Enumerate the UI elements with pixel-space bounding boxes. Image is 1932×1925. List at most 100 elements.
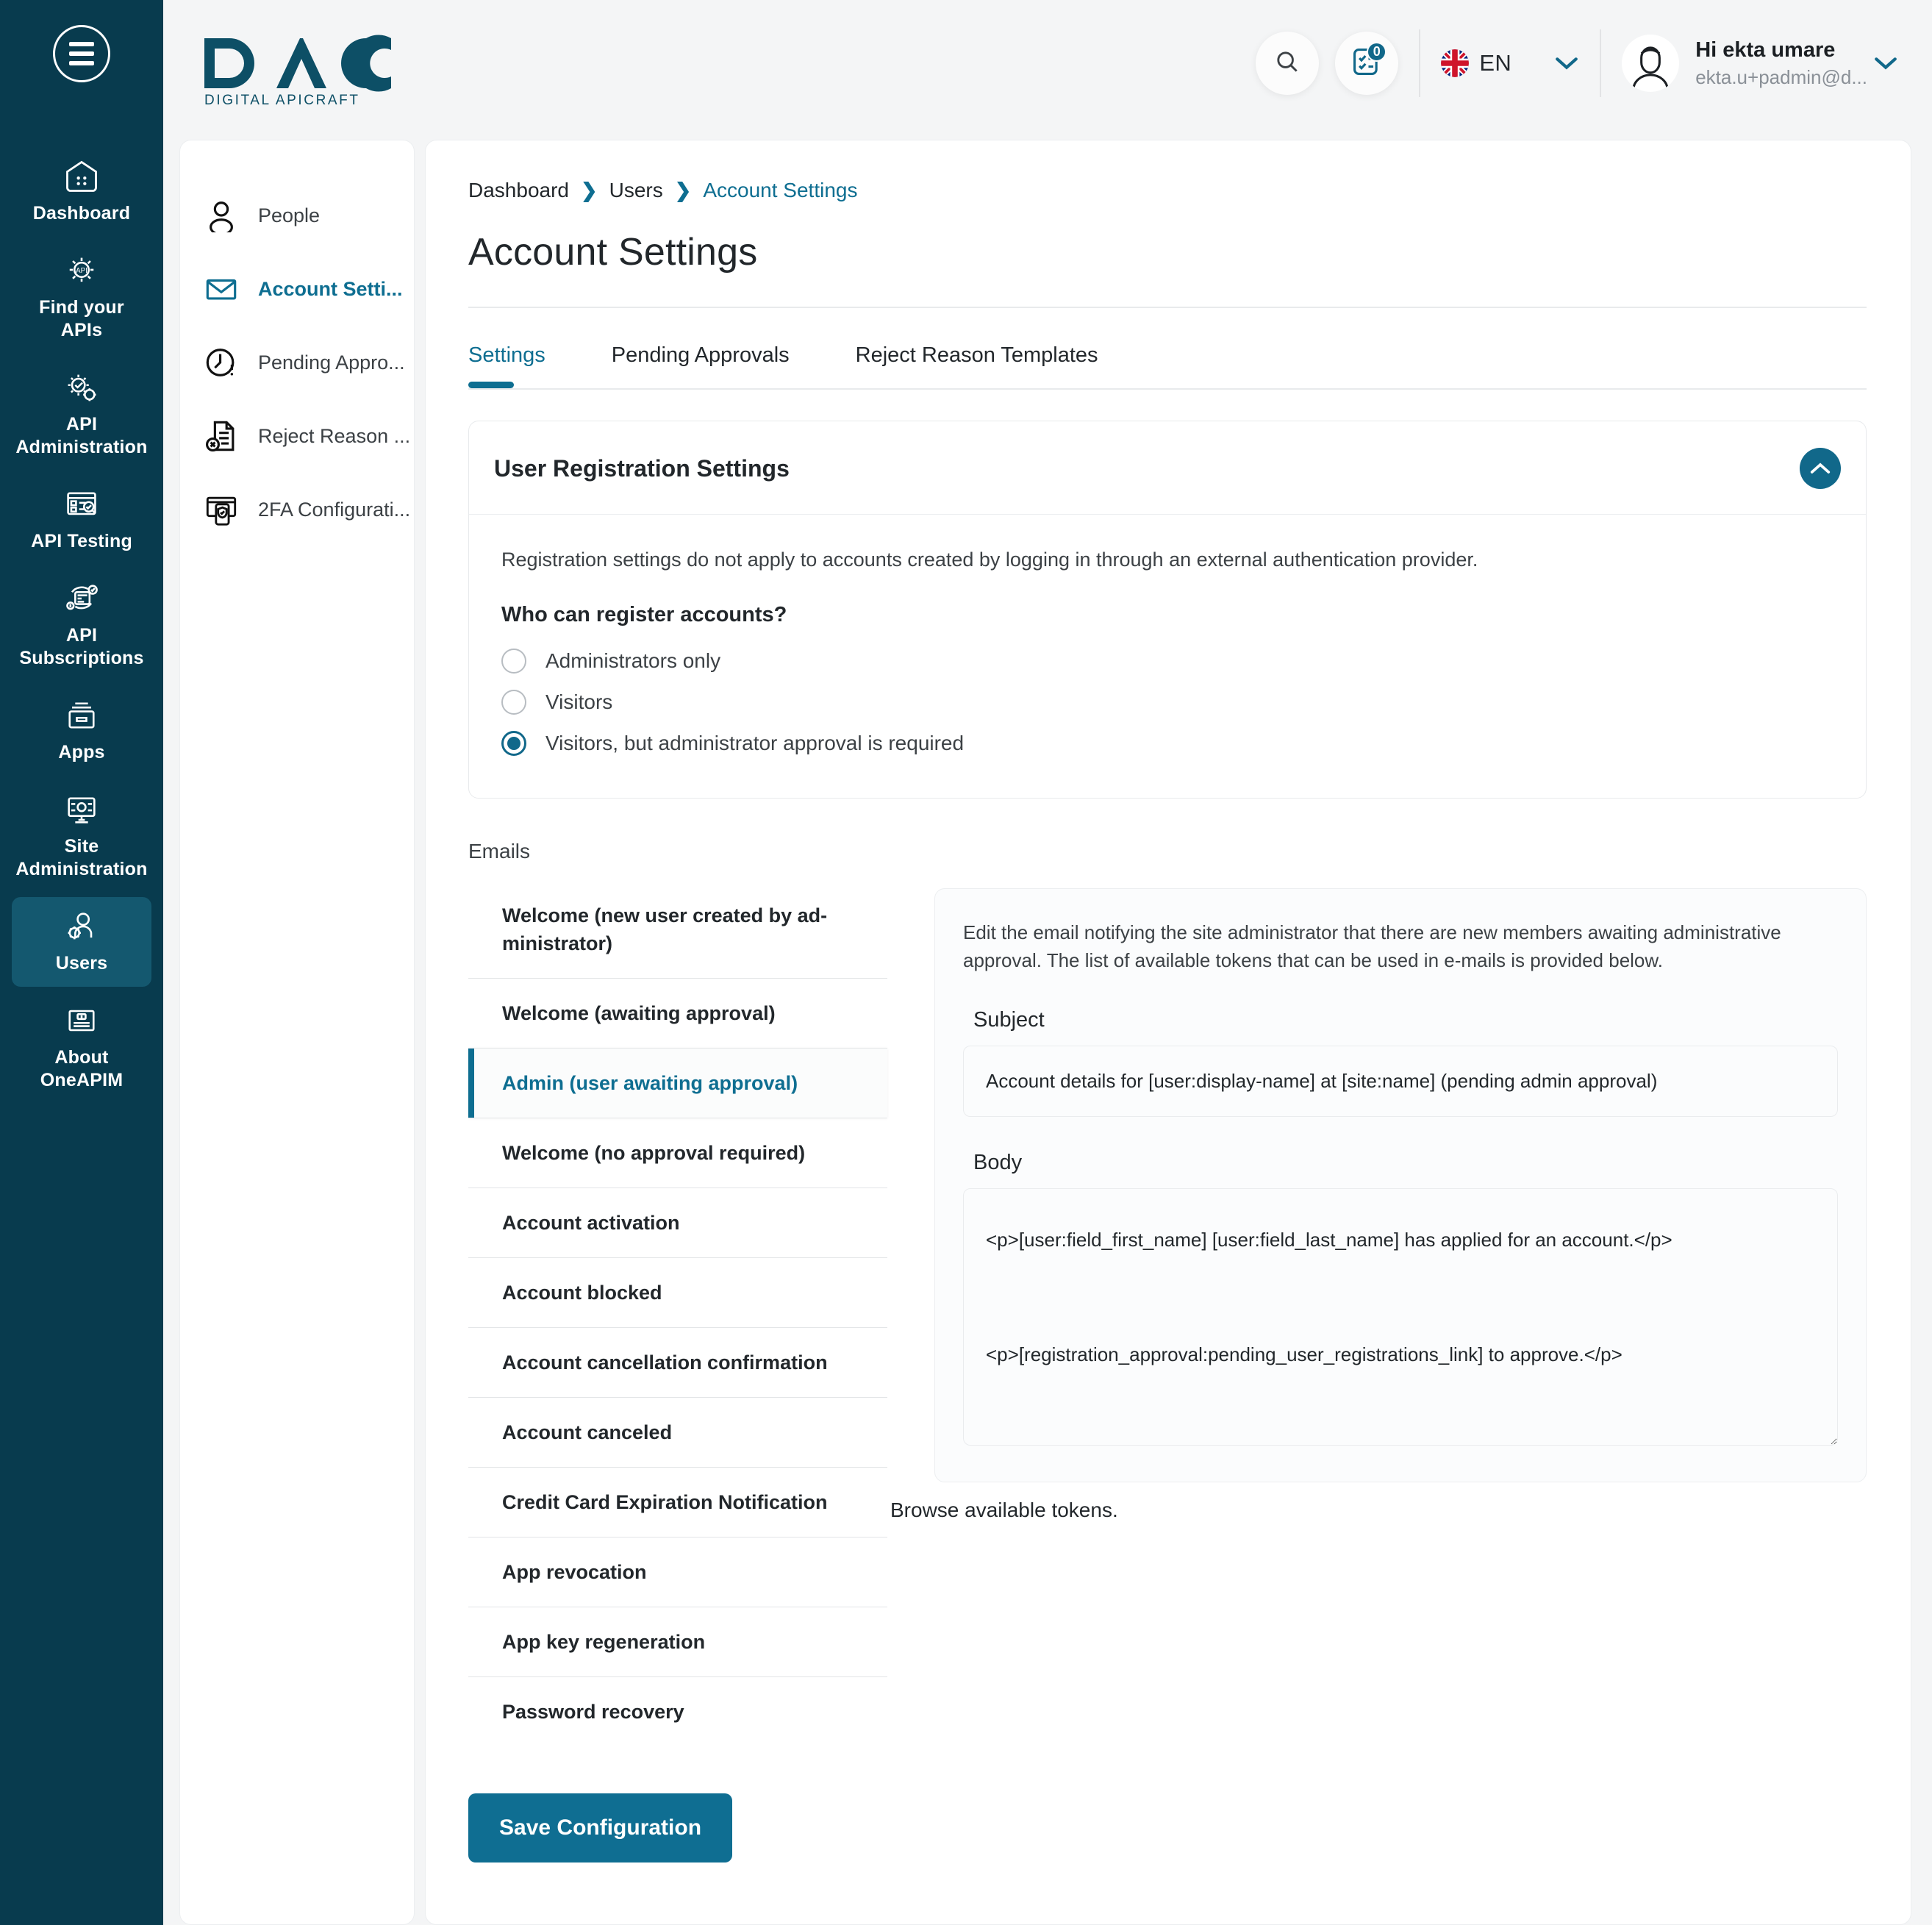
tab-reject-reason-templates[interactable]: Reject Reason Templates xyxy=(856,343,1098,388)
subject-label: Subject xyxy=(973,1008,1045,1032)
page-title: Account Settings xyxy=(468,231,758,274)
about-icon xyxy=(61,1001,102,1040)
list-item[interactable]: Welcome (awaiting approval) xyxy=(468,978,887,1048)
sidebar-item-pending-approvals[interactable]: Pending Appro... xyxy=(180,326,414,399)
hamburger-bars xyxy=(69,42,94,65)
api-testing-icon xyxy=(61,485,102,524)
notification-badge: 0 xyxy=(1367,41,1387,62)
api-subscriptions-icon xyxy=(61,579,102,618)
notification-count: 0 xyxy=(1373,43,1381,59)
tab-bar: Settings Pending Approvals Reject Reason… xyxy=(468,343,1867,388)
body-textarea[interactable] xyxy=(963,1188,1838,1446)
sidebar-item-label: Pending Appro... xyxy=(258,351,405,374)
panel-title: User Registration Settings xyxy=(494,454,790,482)
apps-icon xyxy=(61,696,102,735)
main-content: Dashboard ❯ Users ❯ Account Settings Acc… xyxy=(425,140,1911,1925)
list-item[interactable]: Welcome (no approval required) xyxy=(468,1118,887,1188)
chevron-down-icon[interactable] xyxy=(1873,55,1898,71)
list-item[interactable]: Account blocked xyxy=(468,1257,887,1327)
checklist-icon: 0 xyxy=(1350,41,1387,82)
sidebar-item-people[interactable]: People xyxy=(180,179,414,252)
title-divider xyxy=(468,307,1867,308)
envelope-icon xyxy=(204,271,239,307)
hamburger-icon[interactable] xyxy=(53,25,110,82)
breadcrumb-item-dashboard[interactable]: Dashboard xyxy=(468,179,569,202)
users-icon xyxy=(61,907,102,946)
language-code: EN xyxy=(1479,50,1512,76)
list-item[interactable]: Account activation xyxy=(468,1188,887,1257)
language-selector[interactable]: EN xyxy=(1441,49,1579,77)
radio-visitors[interactable]: Visitors xyxy=(501,682,1833,723)
sidebar-item-label: Find your APIs xyxy=(39,297,124,340)
tab-settings[interactable]: Settings xyxy=(468,343,545,388)
breadcrumb-item-account-settings[interactable]: Account Settings xyxy=(703,179,857,202)
site-administration-icon xyxy=(61,790,102,829)
editor-description: Edit the email notifying the site admini… xyxy=(963,921,1781,971)
panel-header: User Registration Settings xyxy=(469,421,1866,515)
svg-text:DIGITAL APICRAFT: DIGITAL APICRAFT xyxy=(204,93,360,107)
top-header: DIGITAL APICRAFT 0 EN Hi ekta umare ekta… xyxy=(163,0,1932,140)
user-profile-menu[interactable]: Hi ekta umare ekta.u+padmin@d... xyxy=(1622,35,1898,92)
header-actions: 0 EN Hi ekta umare ekta.u+padmin@d... xyxy=(1256,29,1898,97)
radio-visitors-with-approval[interactable]: Visitors, but administrator approval is … xyxy=(501,723,1833,764)
notifications-button[interactable]: 0 xyxy=(1335,32,1399,95)
browse-tokens-link[interactable]: Browse available tokens. xyxy=(890,1499,1867,1522)
clock-alert-icon xyxy=(204,345,239,380)
save-configuration-button[interactable]: Save Configuration xyxy=(468,1793,733,1863)
avatar xyxy=(1622,35,1680,92)
sidebar-item-label: API Testing xyxy=(31,531,132,551)
list-item[interactable]: App revocation xyxy=(468,1537,887,1607)
profile-text: Hi ekta umare ekta.u+padmin@d... xyxy=(1695,37,1867,90)
sidebar-item-api-testing[interactable]: API Testing xyxy=(12,475,151,565)
sidebar-item-users[interactable]: Users xyxy=(12,897,151,987)
sidebar-item-label: People xyxy=(258,204,321,226)
list-item[interactable]: Account cancellation confirmation xyxy=(468,1327,887,1397)
find-apis-icon: API xyxy=(61,251,102,290)
list-item[interactable]: Welcome (new user created by ad­ministra… xyxy=(468,881,887,978)
sidebar-item-label: Site Administration xyxy=(15,836,148,879)
sidebar-item-label: Users xyxy=(55,953,108,974)
chevron-down-icon[interactable] xyxy=(1554,55,1579,71)
radio-button-selected[interactable] xyxy=(501,731,526,756)
sidebar-item-reject-reason[interactable]: Reject Reason ... xyxy=(180,399,414,473)
sidebar-item-account-settings[interactable]: Account Setti... xyxy=(180,252,414,326)
page-area: DIGITAL APICRAFT 0 EN Hi ekta umare ekta… xyxy=(163,0,1932,1925)
radio-button[interactable] xyxy=(501,649,526,674)
breadcrumb-item-users[interactable]: Users xyxy=(609,179,663,202)
brand-logo: DIGITAL APICRAFT xyxy=(203,34,394,107)
list-item[interactable]: Password recovery xyxy=(468,1676,887,1746)
list-item[interactable]: Credit Card Expiration Notification xyxy=(468,1467,887,1537)
sidebar-item-site-administration[interactable]: Site Administration xyxy=(12,780,151,893)
uk-flag-icon xyxy=(1441,49,1470,77)
radio-button[interactable] xyxy=(501,690,526,715)
sidebar-item-label: About OneAPIM xyxy=(40,1047,124,1090)
person-icon xyxy=(204,198,239,233)
tab-pending-approvals[interactable]: Pending Approvals xyxy=(612,343,790,388)
sidebar-item-label: API Subscriptions xyxy=(19,625,144,668)
sidebar-item-api-administration[interactable]: API Administration xyxy=(12,358,151,471)
profile-greeting: Hi ekta umare xyxy=(1695,38,1836,62)
sidebar-item-api-subscriptions[interactable]: API Subscriptions xyxy=(12,569,151,682)
sidebar-item-label: Apps xyxy=(58,742,105,762)
breadcrumb-separator: ❯ xyxy=(580,179,598,201)
registration-note: Registration settings do not apply to ac… xyxy=(501,549,1478,571)
sidebar-item-apps[interactable]: Apps xyxy=(12,686,151,776)
panel-body: Registration settings do not apply to ac… xyxy=(469,515,1866,798)
sidebar-item-2fa-configuration[interactable]: 2FA Configurati... xyxy=(180,473,414,546)
sidebar-item-find-your-apis[interactable]: API Find your APIs xyxy=(12,241,151,354)
list-item[interactable]: App key regeneration xyxy=(468,1607,887,1676)
sidebar-item-label: 2FA Configurati... xyxy=(258,498,411,521)
sidebar-item-about-oneapim[interactable]: About OneAPIM xyxy=(12,991,151,1104)
list-item[interactable]: Account canceled xyxy=(468,1397,887,1467)
radio-administrators-only[interactable]: Administrators only xyxy=(501,640,1833,682)
sidebar-item-label: API Administration xyxy=(15,414,148,457)
sidebar-item-label: Dashboard xyxy=(32,203,131,224)
search-button[interactable] xyxy=(1256,32,1320,95)
sidebar-item-dashboard[interactable]: Dashboard xyxy=(12,147,151,237)
tabs-divider xyxy=(468,388,1867,390)
chevron-up-icon[interactable] xyxy=(1800,448,1841,489)
radio-label: Visitors xyxy=(545,690,613,713)
emails-heading: Emails xyxy=(468,840,531,863)
subject-input[interactable] xyxy=(963,1046,1838,1117)
list-item-selected[interactable]: Admin (user awaiting approval) xyxy=(468,1048,887,1118)
